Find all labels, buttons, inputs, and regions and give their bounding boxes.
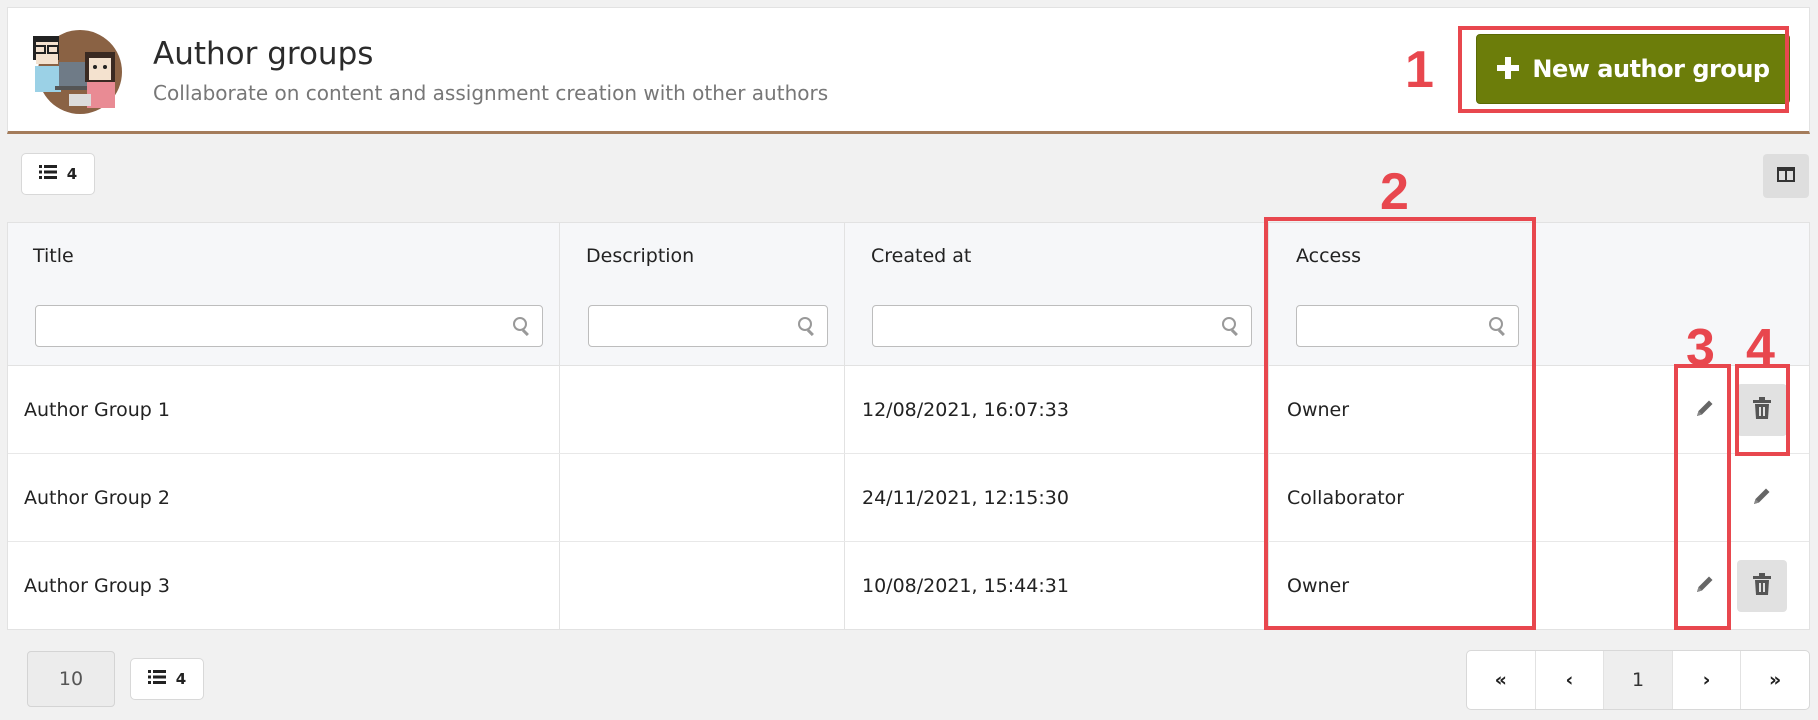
columns-icon [1777,166,1795,186]
search-icon [797,316,817,340]
item-count-value: 4 [66,165,78,183]
table-row[interactable]: Author Group 1 12/08/2021, 16:07:33 Owne… [8,366,1809,454]
annotation-number-1: 1 [1405,41,1434,99]
column-header-created-at[interactable]: Created at [871,245,971,267]
annotation-number-4: 4 [1746,319,1775,377]
annotation-number-3: 3 [1686,319,1715,377]
column-header-description[interactable]: Description [586,245,694,267]
first-page-button[interactable]: « [1467,651,1536,709]
trash-icon [1752,573,1772,599]
row-title: Author Group 2 [24,487,170,509]
search-icon [512,316,532,340]
row-created-at: 10/08/2021, 15:44:31 [862,575,1069,597]
row-created-at: 12/08/2021, 16:07:33 [862,399,1069,421]
page-title: Author groups [153,36,374,72]
row-title: Author Group 3 [24,575,170,597]
previous-page-button[interactable]: ‹ [1536,651,1605,709]
page-subtitle: Collaborate on content and assignment cr… [153,81,829,105]
table-row[interactable]: Author Group 2 24/11/2021, 12:15:30 Coll… [8,454,1809,542]
current-page-button[interactable]: 1 [1604,651,1673,709]
item-count-chip[interactable]: 4 [21,153,95,195]
pencil-icon [1751,485,1773,511]
next-page-button[interactable]: › [1673,651,1742,709]
row-created-at: 24/11/2021, 12:15:30 [862,487,1069,509]
table-row[interactable]: Author Group 3 10/08/2021, 15:44:31 Owne… [8,542,1809,629]
table-header: Title Description Created at Access [8,223,1809,366]
annotation-box-1 [1458,26,1789,113]
annotation-box-2 [1264,217,1536,630]
author-groups-table: Title Description Created at Access Auth… [7,222,1810,630]
pagination: « ‹ 1 › » [1466,650,1810,710]
annotation-number-2: 2 [1380,163,1409,221]
search-icon [1221,316,1241,340]
edit-button[interactable] [1737,472,1787,524]
created-at-filter-input[interactable] [872,305,1252,347]
list-icon [147,670,166,688]
footer-item-count-value: 4 [175,670,187,688]
description-filter-input[interactable] [588,305,828,347]
author-groups-illustration [29,28,125,116]
last-page-button[interactable]: » [1741,651,1809,709]
list-icon [38,165,57,183]
page-size-selector[interactable]: 10 [27,651,115,707]
footer-item-count-chip[interactable]: 4 [130,658,204,700]
annotation-box-3 [1674,364,1731,630]
row-title: Author Group 1 [24,399,170,421]
column-header-title[interactable]: Title [33,245,74,267]
delete-button[interactable] [1737,560,1787,612]
columns-toggle-button[interactable] [1763,154,1809,198]
title-filter-input[interactable] [35,305,543,347]
